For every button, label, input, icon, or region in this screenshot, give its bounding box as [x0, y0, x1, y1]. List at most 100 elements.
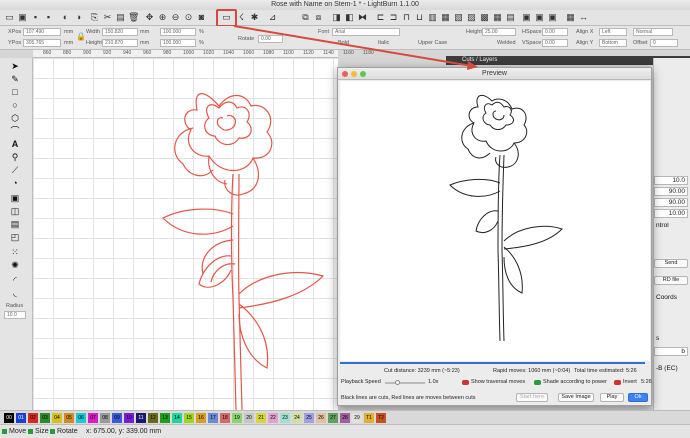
- delete-icon[interactable]: 🗑: [128, 12, 139, 23]
- offset-field[interactable]: 0: [650, 39, 678, 47]
- maximize-window-icon[interactable]: [360, 71, 366, 77]
- radius-field[interactable]: 10.0: [4, 311, 26, 319]
- array-icon[interactable]: ▦: [492, 12, 503, 23]
- hspace-field[interactable]: 0.00: [542, 28, 568, 36]
- shape2-icon[interactable]: ▩: [479, 12, 490, 23]
- normal-select[interactable]: Normal: [633, 28, 673, 36]
- layout3-icon[interactable]: ▣: [547, 12, 558, 23]
- settings-gear-icon[interactable]: ✱: [249, 12, 260, 23]
- rp-value-4[interactable]: 10.00: [654, 209, 688, 218]
- save-icon[interactable]: ▪: [30, 12, 41, 23]
- boolean-subtract-icon[interactable]: ◫: [9, 205, 21, 217]
- palette-swatch[interactable]: 25: [304, 413, 314, 423]
- layout2-icon[interactable]: ▣: [534, 12, 545, 23]
- save-image-button[interactable]: Save Image: [558, 393, 594, 402]
- ungroup-icon[interactable]: ⧈: [313, 12, 324, 23]
- save-as-icon[interactable]: ▪: [43, 12, 54, 23]
- weld-icon[interactable]: ◔: [9, 177, 21, 189]
- uppercase-checkbox[interactable]: Upper Case: [418, 39, 447, 47]
- open-folder-icon[interactable]: ▭: [4, 12, 15, 23]
- ok-button[interactable]: Ok: [628, 393, 648, 402]
- palette-swatch[interactable]: 19: [232, 413, 242, 423]
- ellipse-icon[interactable]: ○: [9, 99, 21, 111]
- flip-v-icon[interactable]: ◧: [344, 12, 355, 23]
- zoom-out-icon[interactable]: ⊖: [170, 12, 181, 23]
- height2-field[interactable]: 25.00: [482, 28, 516, 36]
- palette-swatch[interactable]: 00: [4, 413, 14, 423]
- shade-toggle[interactable]: [534, 380, 541, 385]
- send-button[interactable]: Send: [654, 259, 688, 268]
- palette-swatch[interactable]: 24: [292, 413, 302, 423]
- flip-h-icon[interactable]: ◨: [331, 12, 342, 23]
- offset-tool-icon[interactable]: ◰: [9, 231, 21, 243]
- play-button[interactable]: Play: [600, 393, 624, 402]
- polygon-icon[interactable]: ⬡: [9, 112, 21, 124]
- rp-b-field[interactable]: b: [654, 347, 688, 356]
- paste-icon[interactable]: ▤: [115, 12, 126, 23]
- rectangle-icon[interactable]: □: [9, 86, 21, 98]
- ypos-field[interactable]: 305.765: [23, 39, 61, 47]
- width-field[interactable]: 150.820: [102, 28, 138, 36]
- rp-value-3[interactable]: 90.00: [654, 198, 688, 207]
- rp-value-1[interactable]: 10.0: [654, 176, 688, 185]
- palette-swatch[interactable]: 13: [160, 413, 170, 423]
- boolean-intersect-icon[interactable]: ▤: [9, 218, 21, 230]
- preview-progress-bar[interactable]: [340, 362, 645, 364]
- palette-swatch[interactable]: 06: [76, 413, 86, 423]
- copy-icon[interactable]: ⎘: [89, 12, 100, 23]
- close-window-icon[interactable]: [342, 71, 348, 77]
- grid-icon[interactable]: ▤: [505, 12, 516, 23]
- palette-swatch[interactable]: 07: [88, 413, 98, 423]
- boolean-union-icon[interactable]: ▣: [9, 192, 21, 204]
- palette-swatch[interactable]: 16: [196, 413, 206, 423]
- grid-array-icon[interactable]: ⁙: [9, 246, 21, 258]
- rd-file-button[interactable]: RD file: [654, 276, 688, 285]
- shape-icon[interactable]: ▨: [466, 12, 477, 23]
- rotate-toggle[interactable]: [50, 429, 55, 434]
- palette-swatch[interactable]: 09: [112, 413, 122, 423]
- zoom-fit-icon[interactable]: ⊙: [183, 12, 194, 23]
- xpos-field[interactable]: 107.490: [23, 28, 61, 36]
- lock-icon[interactable]: 🔒: [76, 33, 86, 41]
- mirror-icon[interactable]: ⧓: [357, 12, 368, 23]
- layout-icon[interactable]: ▣: [521, 12, 532, 23]
- move-toggle[interactable]: [2, 429, 7, 434]
- palette-swatch[interactable]: T1: [364, 413, 374, 423]
- distribute-icon[interactable]: ▥: [427, 12, 438, 23]
- circular-array-icon[interactable]: ✺: [9, 259, 21, 271]
- polyline-icon[interactable]: ⌒: [9, 125, 21, 137]
- align-right-icon[interactable]: ⊓: [401, 12, 412, 23]
- align-top-icon[interactable]: ⊔: [414, 12, 425, 23]
- aligny-select[interactable]: Bottom: [599, 39, 627, 47]
- palette-swatch[interactable]: 22: [268, 413, 278, 423]
- align-center-icon[interactable]: ⊐: [388, 12, 399, 23]
- palette-swatch[interactable]: T2: [376, 413, 386, 423]
- palette-swatch[interactable]: 11: [136, 413, 146, 423]
- palette-swatch[interactable]: 27: [328, 413, 338, 423]
- fillet-icon[interactable]: ◟: [9, 287, 21, 299]
- grid-layout-icon[interactable]: ▦: [565, 12, 576, 23]
- cut-icon[interactable]: ✂: [102, 12, 113, 23]
- work-canvas[interactable]: [33, 58, 338, 410]
- palette-swatch[interactable]: 02: [28, 413, 38, 423]
- preview-render-area[interactable]: [340, 81, 650, 361]
- bold-checkbox[interactable]: Bold: [338, 39, 349, 47]
- palette-swatch[interactable]: 05: [64, 413, 74, 423]
- palette-swatch[interactable]: 08: [100, 413, 110, 423]
- slider-knob[interactable]: [395, 380, 400, 385]
- size-toggle[interactable]: [28, 429, 33, 434]
- measure-tool-icon[interactable]: ⟋: [9, 164, 21, 176]
- palette-swatch[interactable]: 03: [40, 413, 50, 423]
- palette-swatch[interactable]: 18: [220, 413, 230, 423]
- import-icon[interactable]: ▣: [17, 12, 28, 23]
- node-edit-icon[interactable]: ⊿: [267, 12, 278, 23]
- palette-swatch[interactable]: 28: [340, 413, 350, 423]
- move-icon[interactable]: ✥: [144, 12, 155, 23]
- height-field[interactable]: 210.870: [102, 39, 138, 47]
- palette-swatch[interactable]: 26: [316, 413, 326, 423]
- scale-y-field[interactable]: 100.000: [160, 39, 196, 47]
- scale-x-field[interactable]: 100.000: [160, 28, 196, 36]
- measure-icon[interactable]: ↔: [578, 12, 589, 23]
- redo-icon[interactable]: ◑: [73, 12, 84, 23]
- rp-value-2[interactable]: 90.00: [654, 187, 688, 196]
